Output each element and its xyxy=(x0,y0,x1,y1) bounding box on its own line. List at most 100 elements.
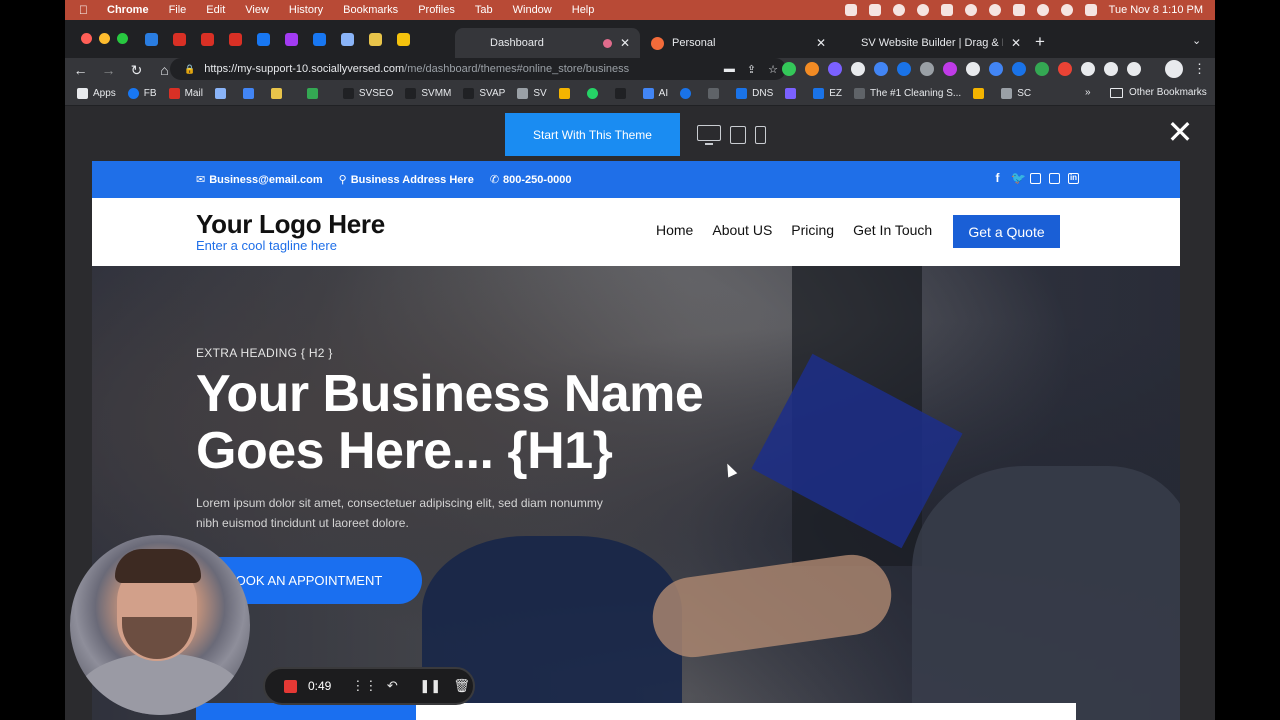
menu-bookmarks[interactable]: Bookmarks xyxy=(343,4,398,16)
profile-avatar[interactable] xyxy=(1165,60,1183,78)
pause-icon[interactable]: ❚❚ xyxy=(419,678,441,694)
battery-icon[interactable] xyxy=(1012,4,1025,16)
extension-icon[interactable] xyxy=(851,62,865,76)
reload-icon[interactable]: ↻ xyxy=(124,62,149,79)
extension-icon[interactable] xyxy=(989,62,1003,76)
bookmark-ai[interactable]: AI xyxy=(642,88,668,99)
pinned-tab-icon[interactable] xyxy=(397,33,410,46)
extension-icon[interactable] xyxy=(805,62,819,76)
minimize-window-button[interactable] xyxy=(99,33,110,44)
tab-dashboard[interactable]: Dashboard ✕ xyxy=(455,28,640,58)
apple-icon[interactable]:  xyxy=(79,3,99,17)
menubar-clock[interactable]: Tue Nov 8 1:10 PM xyxy=(1109,4,1203,16)
gmail-icon[interactable] xyxy=(173,33,186,46)
site-logo[interactable]: Your Logo Here Enter a cool tagline here xyxy=(196,209,385,253)
desktop-view-icon[interactable] xyxy=(697,125,721,145)
grid-icon[interactable]: ⋮⋮ xyxy=(351,678,377,694)
bookmark-icon-only[interactable] xyxy=(680,88,696,99)
bookmark-ez[interactable]: EZ xyxy=(813,88,842,99)
facebook-icon[interactable] xyxy=(313,33,326,46)
extension-icon[interactable] xyxy=(966,62,980,76)
extension-icon[interactable] xyxy=(897,62,911,76)
lock-icon[interactable]: 🔒 xyxy=(184,64,195,75)
bookmark-svap[interactable]: SVAP xyxy=(463,88,505,99)
extension-icon[interactable] xyxy=(1012,62,1026,76)
email-icon[interactable] xyxy=(1049,173,1060,184)
menu-tab[interactable]: Tab xyxy=(475,4,493,16)
gmail-icon[interactable] xyxy=(201,33,214,46)
bookmark-icon-only[interactable] xyxy=(214,88,231,99)
close-tab-icon[interactable]: ✕ xyxy=(1011,36,1021,50)
nav-about[interactable]: About US xyxy=(712,222,772,238)
start-with-theme-button[interactable]: Start With This Theme xyxy=(505,113,680,156)
get-a-quote-button[interactable]: Get a Quote xyxy=(953,215,1060,248)
gmail-icon[interactable] xyxy=(229,33,242,46)
status-icon[interactable] xyxy=(868,4,881,16)
new-tab-icon[interactable]: + xyxy=(1035,32,1045,52)
pinned-tab-icon[interactable] xyxy=(145,33,158,46)
window-icon[interactable] xyxy=(940,4,953,16)
close-tab-icon[interactable]: ✕ xyxy=(816,36,826,50)
facebook-icon[interactable]: f xyxy=(992,172,1003,184)
bookmark-dns[interactable]: DNS xyxy=(736,88,773,99)
zoom-window-button[interactable] xyxy=(117,33,128,44)
sidebar-icon[interactable] xyxy=(1127,62,1141,76)
camera-icon[interactable]: ▬ xyxy=(724,63,735,76)
tablet-view-icon[interactable] xyxy=(730,126,746,144)
extension-icon[interactable] xyxy=(1035,62,1049,76)
bookmark-icon-only[interactable] xyxy=(785,88,801,99)
share-icon[interactable]: ⇪ xyxy=(747,63,756,76)
bookmark-icon-only[interactable] xyxy=(270,88,287,99)
bookmark-fb[interactable]: FB xyxy=(127,88,157,99)
contact-phone[interactable]: ✆ 800-250-0000 xyxy=(490,173,572,187)
nav-pricing[interactable]: Pricing xyxy=(791,222,834,238)
extension-icon[interactable] xyxy=(920,62,934,76)
bookmark-sv[interactable]: SV xyxy=(517,88,547,99)
undo-icon[interactable]: ↶ xyxy=(385,678,399,694)
pinned-tab-icon[interactable] xyxy=(341,33,354,46)
bookmark-icon-only[interactable] xyxy=(973,88,989,99)
nav-home[interactable]: Home xyxy=(656,222,693,238)
bookmark-icon-only[interactable] xyxy=(242,88,259,99)
bookmarks-overflow-icon[interactable]: » xyxy=(1085,87,1091,98)
chevron-down-icon[interactable]: ⌄ xyxy=(1192,34,1201,47)
menu-view[interactable]: View xyxy=(245,4,269,16)
bluetooth-icon[interactable] xyxy=(988,4,1001,16)
close-preview-icon[interactable]: ✕ xyxy=(1165,116,1195,148)
contact-email[interactable]: ✉ Business@email.com xyxy=(196,173,323,187)
menu-window[interactable]: Window xyxy=(513,4,552,16)
extension-icon[interactable] xyxy=(828,62,842,76)
menu-help[interactable]: Help xyxy=(572,4,595,16)
extension-icon[interactable] xyxy=(874,62,888,76)
status-icon[interactable] xyxy=(892,4,905,16)
twitter-icon[interactable]: 🐦 xyxy=(1011,172,1026,184)
mobile-view-icon[interactable] xyxy=(755,126,766,144)
bookmark-icon-only[interactable] xyxy=(586,88,603,99)
location-icon[interactable] xyxy=(844,4,857,16)
bookmark-mail[interactable]: Mail xyxy=(168,88,203,99)
bookmark-svseo[interactable]: SVSEO xyxy=(342,88,393,99)
more-menu-icon[interactable]: ⋮ xyxy=(1193,61,1206,77)
back-icon[interactable]: ← xyxy=(68,62,93,78)
reading-list-icon[interactable] xyxy=(1104,62,1118,76)
tab-website-builder[interactable]: SV Website Builder | Drag & Dr ✕ xyxy=(841,28,1031,58)
trash-icon[interactable]: 🗑 xyxy=(453,678,470,694)
stop-recording-button[interactable] xyxy=(284,679,297,693)
extension-icon[interactable] xyxy=(1058,62,1072,76)
bookmark-icon-only[interactable] xyxy=(558,88,575,99)
contact-address[interactable]: ⚲ Business Address Here xyxy=(339,173,474,187)
menu-file[interactable]: File xyxy=(169,4,187,16)
nav-get-in-touch[interactable]: Get In Touch xyxy=(853,222,932,238)
instagram-icon[interactable] xyxy=(1030,173,1041,184)
bookmark-svmm[interactable]: SVMM xyxy=(405,88,451,99)
headphones-icon[interactable] xyxy=(964,4,977,16)
messenger-icon[interactable] xyxy=(285,33,298,46)
bookmark-icon-only[interactable] xyxy=(614,88,631,99)
bookmark-icon-only[interactable] xyxy=(306,88,323,99)
search-icon[interactable] xyxy=(1060,4,1073,16)
extension-icon[interactable] xyxy=(782,62,796,76)
menu-app-name[interactable]: Chrome xyxy=(107,4,149,16)
menu-profiles[interactable]: Profiles xyxy=(418,4,455,16)
forward-icon[interactable]: → xyxy=(96,62,121,78)
webcam-overlay[interactable] xyxy=(70,535,250,715)
